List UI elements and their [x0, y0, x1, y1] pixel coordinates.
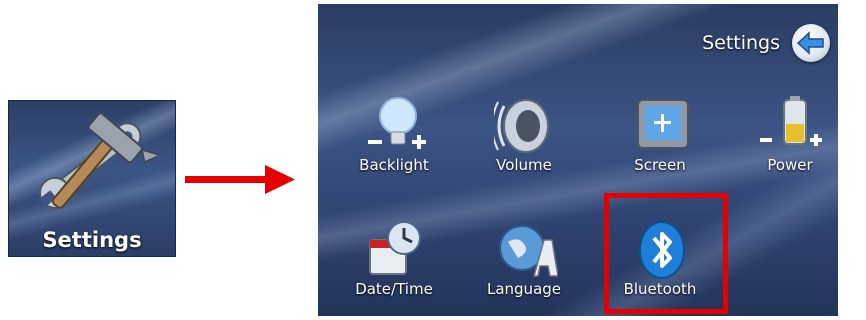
screen-item[interactable]: Screen	[610, 94, 710, 194]
volume-item[interactable]: Volume	[474, 94, 574, 194]
power-item[interactable]: Power	[740, 94, 838, 194]
backlight-icon	[368, 97, 426, 149]
globe-icon	[499, 225, 558, 277]
page-title: Settings	[702, 32, 780, 54]
bluetooth-highlight-box	[604, 193, 728, 314]
tools-icon	[27, 109, 164, 223]
date-time-item[interactable]: Date/Time	[344, 218, 444, 316]
back-arrow-icon	[796, 31, 824, 55]
screen-icon	[637, 99, 689, 149]
screen-label: Screen	[634, 156, 686, 174]
date-time-label: Date/Time	[355, 280, 433, 298]
settings-app-tile[interactable]: Settings	[8, 100, 176, 257]
battery-icon	[760, 96, 822, 146]
red-arrow-icon	[185, 163, 297, 201]
settings-panel: Settings Backlight Volume Screen Power D…	[318, 4, 838, 316]
calendar-clock-icon	[369, 221, 421, 275]
volume-label: Volume	[496, 156, 552, 174]
settings-tile-label: Settings	[42, 228, 142, 252]
speaker-icon	[494, 99, 549, 153]
power-label: Power	[767, 156, 813, 174]
backlight-label: Backlight	[359, 156, 429, 174]
back-button[interactable]	[792, 24, 830, 62]
backlight-item[interactable]: Backlight	[344, 94, 444, 194]
language-item[interactable]: Language	[474, 218, 574, 316]
language-label: Language	[486, 280, 562, 298]
